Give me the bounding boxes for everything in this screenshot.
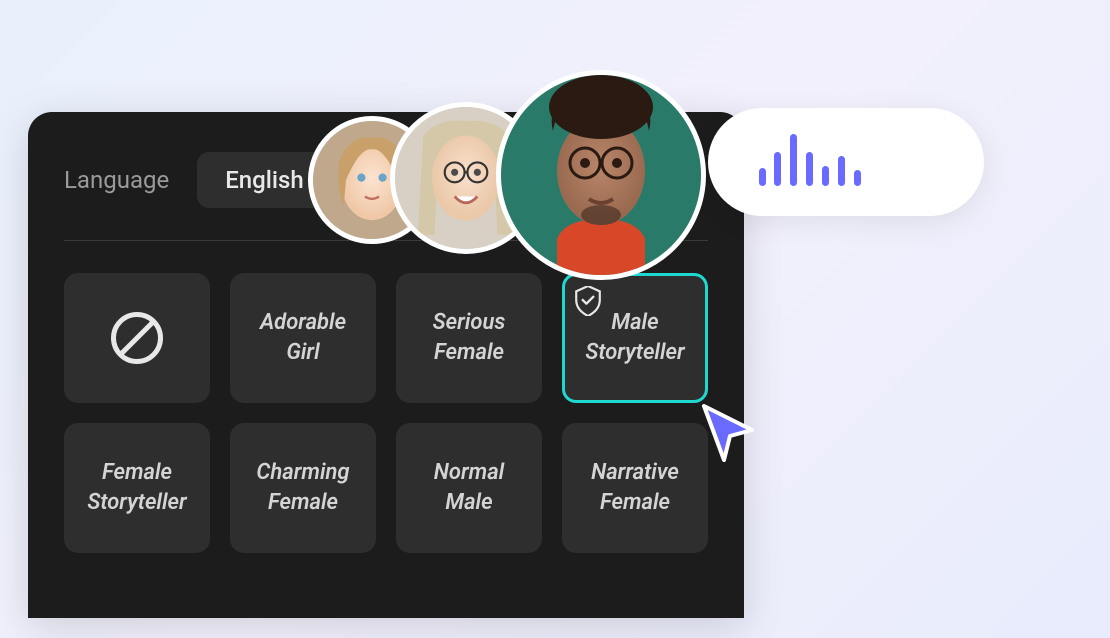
voice-label: Adorable Girl [245, 308, 361, 367]
voice-tile-male-storyteller[interactable]: Male Storyteller [562, 273, 708, 403]
language-label: Language [64, 166, 169, 194]
voice-label: Serious Female [411, 308, 527, 367]
voice-label: Narrative Female [577, 458, 693, 517]
voice-tile-none[interactable] [64, 273, 210, 403]
waveform-icon [756, 134, 864, 190]
voice-tile-female-storyteller[interactable]: Female Storyteller [64, 423, 210, 553]
voice-label: Normal Male [411, 458, 527, 517]
voice-tile-serious-female[interactable]: Serious Female [396, 273, 542, 403]
cursor-icon [694, 398, 764, 468]
voice-label: Female Storyteller [79, 458, 195, 517]
none-icon [111, 312, 163, 364]
voice-label: Charming Female [245, 458, 361, 517]
voice-tile-adorable-girl[interactable]: Adorable Girl [230, 273, 376, 403]
voice-tile-charming-female[interactable]: Charming Female [230, 423, 376, 553]
avatar-stack [308, 70, 706, 280]
audio-pill[interactable] [708, 108, 984, 216]
avatar [496, 70, 706, 280]
voice-tile-narrative-female[interactable]: Narrative Female [562, 423, 708, 553]
voice-label: Male Storyteller [577, 308, 693, 367]
voice-grid: Adorable Girl Serious Female Male Storyt… [64, 273, 708, 553]
voice-tile-normal-male[interactable]: Normal Male [396, 423, 542, 553]
verified-shield-icon [575, 286, 601, 316]
